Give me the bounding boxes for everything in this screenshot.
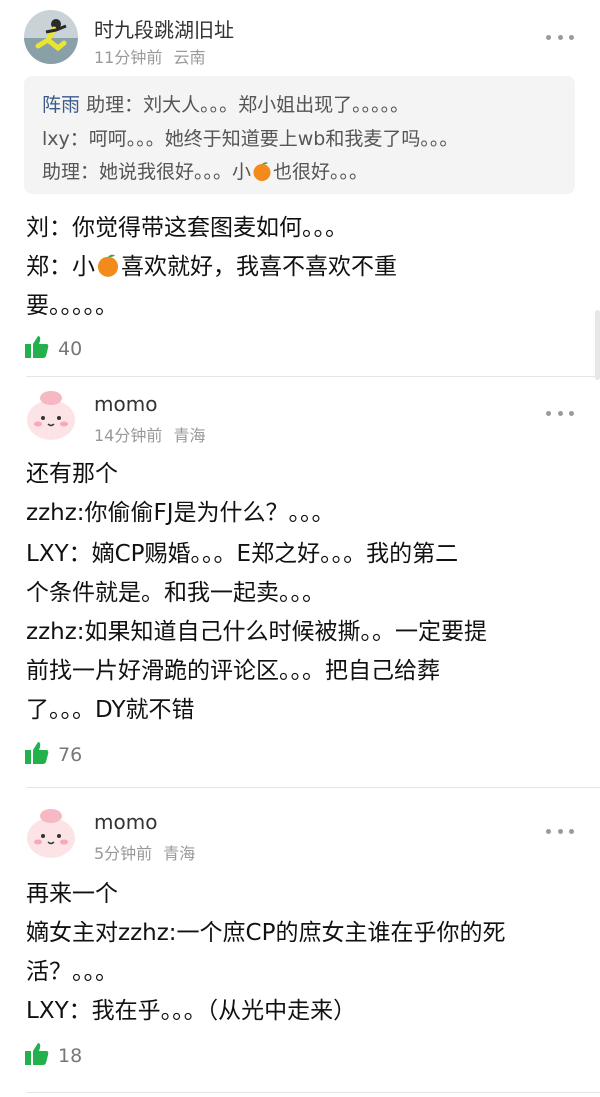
like-count: 40	[58, 338, 83, 360]
body-line: 前找一片好滑跪的评论区。。。把自己给葬	[26, 658, 440, 684]
comment-time: 11分钟前	[94, 48, 163, 67]
comment-location: 云南	[173, 48, 206, 67]
divider	[26, 787, 600, 788]
like-count: 76	[58, 744, 83, 766]
comment-meta: 14分钟前 青海	[94, 422, 205, 446]
thumbs-up-icon	[24, 1041, 50, 1071]
comment-time: 14分钟前	[94, 426, 163, 445]
avatar[interactable]	[24, 10, 78, 64]
quote-line: 助理：她说我很好。。。小 也很好。。。	[42, 157, 368, 187]
username[interactable]: momo	[94, 392, 157, 416]
avatar[interactable]	[24, 386, 78, 440]
more-dots-icon[interactable]	[546, 826, 574, 836]
like-button[interactable]: 18	[24, 1042, 82, 1070]
orange-emoji-icon	[95, 252, 121, 284]
comment-location: 青海	[163, 844, 196, 863]
username[interactable]: 时九段跳湖旧址	[94, 14, 234, 43]
like-button[interactable]: 76	[24, 741, 82, 769]
comment-item: 时九段跳湖旧址 11分钟前 云南 阵雨 助理：刘大人。。。郑小姐出现了。。。。。…	[0, 0, 600, 380]
comment-item: momo 5分钟前 青海 再来一个 嫡女主对zzhz:一个庶CP的庶女主谁在乎你…	[0, 798, 600, 1097]
username[interactable]: momo	[94, 810, 157, 834]
comment-time: 5分钟前	[94, 844, 153, 863]
body-line: 再来一个	[26, 881, 118, 907]
comment-location: 青海	[173, 426, 206, 445]
comment-item: momo 14分钟前 青海 还有那个 zzhz:你偷偷FJ是为什么？。。。 LX…	[0, 380, 600, 790]
divider	[26, 1092, 600, 1093]
quote-line: 阵雨 助理：刘大人。。。郑小姐出现了。。。。。	[42, 94, 410, 116]
body-line: 郑：小 喜欢就好，我喜不喜欢不重	[26, 247, 397, 284]
body-line: 个条件就是。和我一起卖。。。	[26, 580, 325, 606]
scrollbar[interactable]	[595, 310, 600, 380]
comment-meta: 5分钟前 青海	[94, 840, 195, 864]
body-line: 还有那个	[26, 461, 118, 487]
body-line: LXY：嫡CP赐婚。。。E郑之好。。。我的第二	[26, 541, 459, 567]
body-line: 了。。。DY就不错	[26, 697, 195, 723]
more-dots-icon[interactable]	[546, 32, 574, 42]
like-count: 18	[58, 1045, 83, 1067]
quote-author[interactable]: 阵雨	[42, 94, 80, 116]
body-line: 要。。。。。	[26, 293, 118, 319]
quoted-reply-box[interactable]: 阵雨 助理：刘大人。。。郑小姐出现了。。。。。 lxy：呵呵。。。她终于知道要上…	[24, 76, 575, 194]
avatar[interactable]	[24, 804, 78, 858]
like-button[interactable]: 40	[24, 335, 82, 363]
body-line: 刘：你觉得带这套图麦如何。。。	[26, 215, 348, 241]
body-line: zzhz:如果知道自己什么时候被撕。。一定要提	[26, 619, 488, 645]
thumbs-up-icon	[24, 334, 50, 364]
body-line: zzhz:你偷偷FJ是为什么？。。。	[26, 500, 335, 526]
orange-emoji-icon	[251, 160, 273, 187]
divider	[26, 376, 600, 377]
thumbs-up-icon	[24, 740, 50, 770]
body-line: 活？。。。	[26, 959, 118, 985]
body-line: 嫡女主对zzhz:一个庶CP的庶女主谁在乎你的死	[26, 920, 506, 946]
more-dots-icon[interactable]	[546, 408, 574, 418]
comment-meta: 11分钟前 云南	[94, 44, 205, 68]
body-line: LXY：我在乎。。。（从光中走来）	[26, 998, 357, 1024]
quote-line: lxy：呵呵。。。她终于知道要上wb和我麦了吗。。。	[42, 128, 459, 150]
